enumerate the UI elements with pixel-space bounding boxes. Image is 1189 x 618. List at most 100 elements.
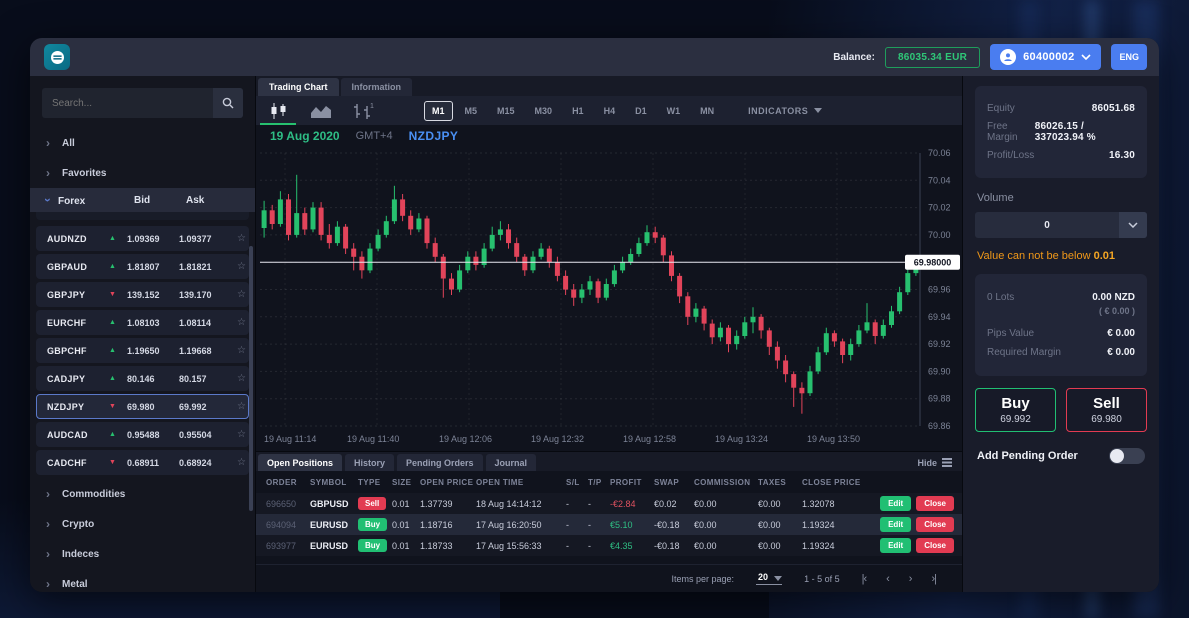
- timeframe-D1[interactable]: D1: [627, 101, 655, 121]
- sidebar-category-metal[interactable]: ›Metal: [30, 569, 255, 592]
- tab-history[interactable]: History: [345, 454, 394, 471]
- tab-open-positions[interactable]: Open Positions: [258, 454, 342, 471]
- timeframe-M5[interactable]: M5: [457, 101, 486, 121]
- pair-ask: 1.19668: [179, 346, 237, 356]
- clipped-pair-row: EURUSD ▲ 1.19316 1.19324 ☆: [30, 212, 255, 223]
- pair-row-NZDJPY[interactable]: NZDJPY ▼ 69.980 69.992 ☆: [36, 394, 249, 419]
- volume-value: 0: [975, 220, 1119, 231]
- search-input[interactable]: [42, 98, 213, 109]
- sidebar-category-all[interactable]: ›All: [30, 128, 255, 158]
- chart-info-bar: 19 Aug 2020 GMT+4 NZDJPY: [256, 125, 962, 147]
- account-menu[interactable]: 60400002: [990, 44, 1101, 70]
- volume-select[interactable]: 0: [975, 212, 1147, 238]
- edit-position-button[interactable]: Edit: [880, 538, 911, 553]
- sidebar-scrollbar[interactable]: [249, 246, 253, 511]
- timeframe-M1[interactable]: M1: [424, 101, 453, 121]
- tab-pending-orders[interactable]: Pending Orders: [397, 454, 483, 471]
- forex-group-header[interactable]: ›Forex Bid Ask: [30, 188, 255, 212]
- close-position-button[interactable]: Close: [916, 517, 954, 532]
- timeframe-M30[interactable]: M30: [527, 101, 561, 121]
- price-down-icon: ▼: [109, 403, 127, 410]
- pair-row-AUDCAD[interactable]: AUDCAD ▲ 0.95488 0.95504 ☆: [36, 422, 249, 447]
- column-header: TAXES: [758, 478, 802, 487]
- column-header: PROFIT: [610, 478, 654, 487]
- free-margin-label: Free Margin: [987, 121, 1035, 143]
- price-up-icon: ▲: [109, 235, 127, 242]
- timeframe-MN[interactable]: MN: [692, 101, 722, 121]
- area-chart-icon[interactable]: [308, 101, 334, 121]
- edit-position-button[interactable]: Edit: [880, 517, 911, 532]
- timeframe-M15[interactable]: M15: [489, 101, 523, 121]
- close-position-button[interactable]: Close: [916, 538, 954, 553]
- pair-row-GBPCHF[interactable]: GBPCHF ▲ 1.19650 1.19668 ☆: [36, 338, 249, 363]
- favorite-star-icon[interactable]: ☆: [237, 233, 253, 244]
- pair-bid: 1.08103: [127, 318, 179, 328]
- x-axis-tick: 19 Aug 11:14: [264, 434, 316, 444]
- timeframe-W1[interactable]: W1: [659, 101, 689, 121]
- buy-button[interactable]: Buy 69.992: [975, 388, 1056, 432]
- indicators-menu[interactable]: INDICATORS: [748, 106, 822, 116]
- pair-row-CADJPY[interactable]: CADJPY ▲ 80.146 80.157 ☆: [36, 366, 249, 391]
- order-type-badge: Buy: [358, 518, 387, 531]
- items-per-page-select[interactable]: 20: [756, 572, 782, 585]
- first-page-button[interactable]: |‹: [862, 573, 867, 585]
- pair-bid: 80.146: [127, 374, 179, 384]
- price-up-icon: ▲: [109, 319, 127, 326]
- tab-information[interactable]: Information: [341, 78, 413, 96]
- timeframe-H4[interactable]: H4: [596, 101, 624, 121]
- search-icon[interactable]: [213, 88, 243, 118]
- pair-row-AUDNZD[interactable]: AUDNZD ▲ 1.09369 1.09377 ☆: [36, 226, 249, 251]
- timeframe-H1[interactable]: H1: [564, 101, 592, 121]
- pair-row-CADCHF[interactable]: CADCHF ▼ 0.68911 0.68924 ☆: [36, 450, 249, 475]
- hide-panel-button[interactable]: Hide: [917, 454, 952, 471]
- pair-row-GBPAUD[interactable]: GBPAUD ▲ 1.81807 1.81821 ☆: [36, 254, 249, 279]
- order-id: 693977: [266, 541, 310, 551]
- pair-row-EURCHF[interactable]: EURCHF ▲ 1.08103 1.08114 ☆: [36, 310, 249, 335]
- sidebar-category-commodities[interactable]: ›Commodities: [30, 479, 255, 509]
- add-pending-order-toggle[interactable]: [1109, 448, 1145, 464]
- position-row-696650[interactable]: 696650 GBPUSD Sell 0.01 1.37739 18 Aug 1…: [256, 493, 962, 514]
- take-profit: -: [588, 541, 610, 551]
- close-price: 1.19324: [802, 541, 866, 551]
- position-row-694094[interactable]: 694094 EURUSD Buy 0.01 1.18716 17 Aug 16…: [256, 514, 962, 535]
- next-page-button[interactable]: ›: [909, 573, 912, 585]
- pips-value-label: Pips Value: [987, 328, 1034, 339]
- svg-text:1: 1: [370, 103, 374, 110]
- caret-down-icon: [814, 108, 822, 113]
- pair-bid: 1.81807: [127, 262, 179, 272]
- position-row-693977[interactable]: 693977 EURUSD Buy 0.01 1.18733 17 Aug 15…: [256, 535, 962, 556]
- pair-row-EURUSD[interactable]: EURUSD ▲ 1.19316 1.19324 ☆: [36, 212, 249, 220]
- account-id: 60400002: [1023, 51, 1074, 63]
- column-header: COMMISSION: [694, 478, 758, 487]
- order-type-badge: Buy: [358, 539, 387, 552]
- pair-symbol: EURUSD: [47, 212, 109, 213]
- candlestick-chart[interactable]: 70.0670.0470.0270.0069.9869.9669.9469.92…: [256, 147, 962, 451]
- bar-chart-icon[interactable]: 1: [350, 101, 376, 121]
- order-type-badge: Sell: [358, 497, 386, 510]
- user-avatar-icon: [1000, 49, 1016, 65]
- taxes-value: €0.00: [758, 520, 802, 530]
- x-axis-tick: 19 Aug 12:58: [623, 434, 676, 444]
- chevron-down-icon: [1119, 212, 1147, 238]
- prev-page-button[interactable]: ‹: [886, 573, 889, 585]
- sidebar-category-indeces[interactable]: ›Indeces: [30, 539, 255, 569]
- sidebar-category-favorites[interactable]: ›Favorites: [30, 158, 255, 188]
- favorite-star-icon[interactable]: ☆: [237, 212, 253, 213]
- language-button[interactable]: ENG: [1111, 44, 1147, 70]
- last-page-button[interactable]: ›|: [931, 573, 936, 585]
- candlestick-chart-icon[interactable]: [266, 101, 292, 121]
- sidebar-category-crypto[interactable]: ›Crypto: [30, 509, 255, 539]
- pair-row-GBPJPY[interactable]: GBPJPY ▼ 139.152 139.170 ☆: [36, 282, 249, 307]
- svg-text:69.90: 69.90: [928, 366, 951, 376]
- tab-trading-chart[interactable]: Trading Chart: [258, 78, 339, 96]
- tab-journal[interactable]: Journal: [486, 454, 537, 471]
- close-position-button[interactable]: Close: [916, 496, 954, 511]
- pair-symbol: AUDCAD: [47, 430, 109, 440]
- edit-position-button[interactable]: Edit: [880, 496, 911, 511]
- svg-text:70.02: 70.02: [928, 203, 951, 213]
- app-logo-icon[interactable]: [44, 44, 70, 70]
- positions-table-header: ORDERSYMBOLTYPESIZEOPEN PRICEOPEN TIMES/…: [256, 471, 962, 493]
- x-axis-tick: 19 Aug 12:06: [439, 434, 492, 444]
- pips-value: € 0.00: [1107, 328, 1135, 339]
- sell-button[interactable]: Sell 69.980: [1066, 388, 1147, 432]
